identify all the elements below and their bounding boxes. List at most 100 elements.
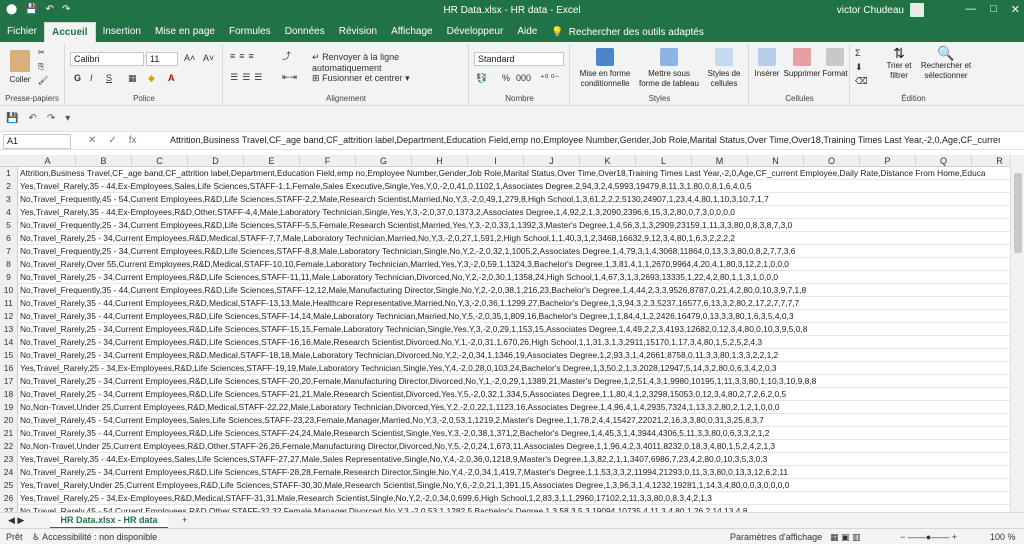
cell[interactable]: No,Travel_Frequently,35 - 44,Current Emp… bbox=[20, 284, 1010, 297]
column-header-H[interactable]: H bbox=[412, 155, 468, 167]
underline-button[interactable]: S bbox=[106, 73, 112, 84]
column-header-K[interactable]: K bbox=[580, 155, 636, 167]
row-number[interactable]: 13 bbox=[0, 323, 18, 336]
column-header-M[interactable]: M bbox=[692, 155, 748, 167]
user-name[interactable]: victor Chudeau bbox=[837, 5, 904, 16]
cell[interactable]: No,Travel_Rarely,35 - 44,Current Employe… bbox=[20, 427, 1010, 440]
cell[interactable]: No,Travel_Rarely,Over 55,Current Employe… bbox=[20, 258, 1010, 271]
cell[interactable]: No,Non-Travel,Under 25,Current Employees… bbox=[20, 401, 1010, 414]
row-number[interactable]: 3 bbox=[0, 193, 18, 206]
table-row[interactable]: 2 Yes,Travel_Rarely,35 - 44,Ex-Employees,… bbox=[0, 180, 1010, 193]
cancel-icon[interactable]: ✕ bbox=[88, 135, 96, 146]
tab-help[interactable]: Aide bbox=[510, 22, 544, 42]
display-settings[interactable]: Paramètres d'affichage bbox=[730, 532, 822, 543]
customize-icon[interactable]: ▾ bbox=[65, 113, 70, 124]
zoom-slider[interactable]: − ——●—— + bbox=[900, 532, 957, 543]
tab-formulas[interactable]: Formules bbox=[222, 22, 278, 42]
cell[interactable]: No,Travel_Frequently,45 - 54,Current Emp… bbox=[20, 193, 1010, 206]
row-number[interactable]: 21 bbox=[0, 427, 18, 440]
shrink-font-icon[interactable]: A˅ bbox=[203, 53, 214, 64]
wrap-text-button[interactable]: ↵ Renvoyer à la ligne automatiquement bbox=[312, 52, 468, 74]
comma-button[interactable]: 000 bbox=[516, 73, 531, 84]
row-number[interactable]: 11 bbox=[0, 297, 18, 310]
cell[interactable]: No,Travel_Rarely,25 - 34,Current Employe… bbox=[20, 271, 1010, 284]
spreadsheet-grid[interactable]: ABCDEFGHIJKLMNOPQR 1 Attrition,Business T… bbox=[0, 155, 1010, 512]
font-name-select[interactable]: Calibri bbox=[70, 52, 144, 66]
borders-icon[interactable]: ▦ bbox=[128, 73, 137, 84]
table-row[interactable]: 11 No,Travel_Rarely,35 - 44,Current Emplo… bbox=[0, 297, 1010, 310]
row-number[interactable]: 2 bbox=[0, 180, 18, 193]
table-row[interactable]: 16 Yes,Travel_Rarely,25 - 34,Ex-Employees… bbox=[0, 362, 1010, 375]
column-header-P[interactable]: P bbox=[860, 155, 916, 167]
row-number[interactable]: 12 bbox=[0, 310, 18, 323]
tab-review[interactable]: Révision bbox=[332, 22, 384, 42]
sheet-nav-icons[interactable]: ◀ ▶ bbox=[8, 515, 24, 526]
row-number[interactable]: 6 bbox=[0, 232, 18, 245]
column-header-J[interactable]: J bbox=[524, 155, 580, 167]
table-row[interactable]: 5 No,Travel_Frequently,25 - 34,Current Em… bbox=[0, 219, 1010, 232]
column-header-F[interactable]: F bbox=[300, 155, 356, 167]
table-row[interactable]: 25 Yes,Travel_Rarely,Under 25,Current Emp… bbox=[0, 479, 1010, 492]
cell[interactable]: No,Travel_Rarely,25 - 34,Current Employe… bbox=[20, 323, 1010, 336]
row-number[interactable]: 4 bbox=[0, 206, 18, 219]
table-row[interactable]: 27 No,Travel_Rarely,45 - 54,Current Emplo… bbox=[0, 505, 1010, 512]
close-button[interactable]: ✕ bbox=[1011, 3, 1020, 16]
column-header-Q[interactable]: Q bbox=[916, 155, 972, 167]
row-number[interactable]: 27 bbox=[0, 505, 18, 512]
table-row[interactable]: 19 No,Non-Travel,Under 25,Current Employe… bbox=[0, 401, 1010, 414]
column-header-G[interactable]: G bbox=[356, 155, 412, 167]
row-number[interactable]: 18 bbox=[0, 388, 18, 401]
cell[interactable]: No,Travel_Rarely,25 - 34,Current Employe… bbox=[20, 375, 1010, 388]
scroll-thumb[interactable] bbox=[1014, 173, 1022, 253]
add-sheet-button[interactable]: + bbox=[182, 515, 187, 526]
row-number[interactable]: 16 bbox=[0, 362, 18, 375]
fill-color-icon[interactable]: ◆ bbox=[148, 73, 155, 84]
format-cells-button[interactable]: Format bbox=[822, 48, 848, 79]
row-number[interactable]: 17 bbox=[0, 375, 18, 388]
cell[interactable]: No,Travel_Frequently,25 - 34,Current Emp… bbox=[20, 245, 1010, 258]
row-number[interactable]: 8 bbox=[0, 258, 18, 271]
horizontal-align-icons[interactable]: ☰☰☰ bbox=[230, 72, 266, 83]
row-number[interactable]: 22 bbox=[0, 440, 18, 453]
tab-search[interactable]: 💡 Rechercher des outils adaptés bbox=[544, 22, 711, 42]
conditional-formatting-button[interactable]: Mise en forme conditionnelle bbox=[575, 48, 635, 89]
table-row[interactable]: 6 No,Travel_Rarely,25 - 34,Current Employ… bbox=[0, 232, 1010, 245]
row-number[interactable]: 14 bbox=[0, 336, 18, 349]
column-header-D[interactable]: D bbox=[188, 155, 244, 167]
row-number[interactable]: 23 bbox=[0, 453, 18, 466]
table-row[interactable]: 8 No,Travel_Rarely,Over 55,Current Employ… bbox=[0, 258, 1010, 271]
sheet-tab[interactable]: HR Data.xlsx - HR data bbox=[50, 513, 168, 529]
column-header-I[interactable]: I bbox=[468, 155, 524, 167]
cell[interactable]: Attrition,Business Travel,CF_age band,CF… bbox=[20, 167, 1010, 180]
cell[interactable]: No,Travel_Rarely,25 - 34,Current Employe… bbox=[20, 466, 1010, 479]
font-color-icon[interactable]: A bbox=[168, 73, 175, 84]
table-row[interactable]: 14 No,Travel_Rarely,25 - 34,Current Emplo… bbox=[0, 336, 1010, 349]
clear-icon[interactable]: ⌫ bbox=[855, 76, 868, 87]
cell[interactable]: Yes,Travel_Rarely,25 - 34,Ex-Employees,R… bbox=[20, 492, 1010, 505]
accessibility-status[interactable]: ♿ Accessibilité : non disponible bbox=[32, 532, 157, 543]
format-painter-icon[interactable]: 🖌 bbox=[38, 76, 48, 86]
cell[interactable]: No,Travel_Rarely,25 - 34,Current Employe… bbox=[20, 349, 1010, 362]
table-row[interactable]: 21 No,Travel_Rarely,35 - 44,Current Emplo… bbox=[0, 427, 1010, 440]
row-number[interactable]: 15 bbox=[0, 349, 18, 362]
table-row[interactable]: 3 No,Travel_Frequently,45 - 54,Current Em… bbox=[0, 193, 1010, 206]
minimize-button[interactable]: — bbox=[965, 3, 976, 16]
zoom-level[interactable]: 100 % bbox=[990, 532, 1016, 543]
column-header-E[interactable]: E bbox=[244, 155, 300, 167]
font-size-select[interactable]: 11 bbox=[146, 52, 178, 66]
tab-page-layout[interactable]: Mise en page bbox=[148, 22, 222, 42]
table-row[interactable]: 10 No,Travel_Frequently,35 - 44,Current E… bbox=[0, 284, 1010, 297]
table-row[interactable]: 15 No,Travel_Rarely,25 - 34,Current Emplo… bbox=[0, 349, 1010, 362]
cell[interactable]: Yes,Travel_Rarely,35 - 44,Ex-Employees,R… bbox=[20, 206, 1010, 219]
fx-icon[interactable]: fx bbox=[129, 135, 137, 146]
table-row[interactable]: 18 No,Travel_Rarely,25 - 34,Current Emplo… bbox=[0, 388, 1010, 401]
column-header-B[interactable]: B bbox=[76, 155, 132, 167]
row-number[interactable]: 5 bbox=[0, 219, 18, 232]
cell[interactable]: No,Travel_Rarely,25 - 34,Current Employe… bbox=[20, 232, 1010, 245]
sort-filter-button[interactable]: ⇅ Trier et filtrer bbox=[879, 46, 919, 81]
name-box[interactable]: A1 bbox=[3, 134, 71, 149]
row-number[interactable]: 10 bbox=[0, 284, 18, 297]
table-row[interactable]: 7 No,Travel_Frequently,25 - 34,Current Em… bbox=[0, 245, 1010, 258]
tab-home[interactable]: Accueil bbox=[44, 22, 96, 42]
delete-cells-button[interactable]: Supprimer bbox=[782, 48, 822, 79]
